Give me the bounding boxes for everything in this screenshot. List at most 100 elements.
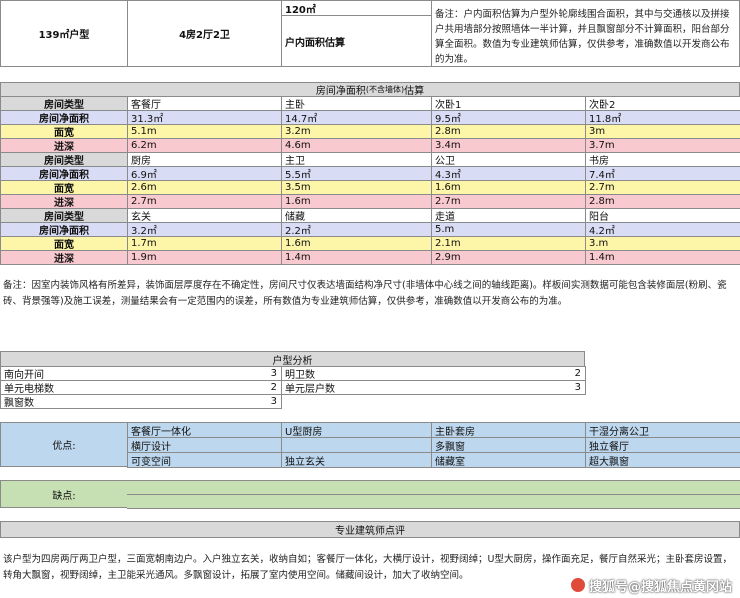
pros-item: 独立玄关 (281, 452, 432, 468)
room-cell: 2.7m (585, 180, 740, 195)
pros-item: 独立餐厅 (585, 437, 740, 453)
room-cell: 1.6m (281, 194, 432, 209)
row-label-type: 房间类型 (0, 96, 128, 111)
review-title: 专业建筑师点评 (0, 521, 740, 538)
analysis-value: 3 (127, 394, 282, 409)
analysis-label: 飘窗数 (0, 394, 128, 409)
room-cell: 2.8m (585, 194, 740, 209)
room-cell: 11.8㎡ (585, 110, 740, 125)
header-note-box: 备注：户内面积估算为户型外轮廓线围合面积，其中与交通核以及拼接户共用墙部分按照墙… (431, 0, 740, 67)
room-cell: 公卫 (431, 152, 586, 167)
row-label-area: 房间净面积 (0, 110, 128, 125)
pros-item: 超大飘窗 (585, 452, 740, 468)
room-cell: 2.2㎡ (281, 222, 432, 237)
room-cell: 3.5m (281, 180, 432, 195)
room-cell: 4.6m (281, 138, 432, 153)
rooms-title-main: 房间净面积 (315, 86, 366, 97)
analysis-title: 户型分析 (0, 351, 585, 367)
cons-item (127, 480, 282, 495)
row-label-width: 面宽 (0, 180, 128, 195)
analysis-label: 明卫数 (281, 366, 434, 381)
room-cell: 3.m (585, 236, 740, 251)
room-cell: 2.7m (431, 194, 586, 209)
room-cell: 9.5㎡ (431, 110, 586, 125)
room-cell: 1.9m (127, 250, 282, 265)
cons-item (281, 494, 432, 509)
room-cell: 2.1m (431, 236, 586, 251)
row-label-area: 房间净面积 (0, 166, 128, 181)
pros-item: 多飘窗 (431, 437, 586, 453)
pros-item: 主卧套房 (431, 422, 586, 438)
area-label: 户内面积估算 (281, 15, 432, 67)
room-cell: 3m (585, 124, 740, 139)
rooms-title-small: (不含墙体) (365, 85, 405, 94)
room-cell: 客餐厅 (127, 96, 282, 111)
area-value: 120㎡ (281, 0, 432, 16)
pros-item: 可变空间 (127, 452, 282, 468)
room-cell: 3.2㎡ (127, 222, 282, 237)
header-note: 备注：户内面积估算为户型外轮廓线围合面积，其中与交通核以及拼接户共用墙部分按照墙… (435, 9, 730, 65)
room-cell: 4.3㎡ (431, 166, 586, 181)
room-cell: 厨房 (127, 152, 282, 167)
room-cell: 1.7m (127, 236, 282, 251)
pros-label: 优点: (0, 422, 128, 467)
cons-item (585, 480, 740, 495)
room-cell: 7.4㎡ (585, 166, 740, 181)
room-cell: 阳台 (585, 208, 740, 223)
room-cell: 2.7m (127, 194, 282, 209)
room-cell: 玄关 (127, 208, 282, 223)
rooms-title: 房间净面积 (不含墙体) 估算 (0, 82, 740, 97)
room-cell: 储藏 (281, 208, 432, 223)
room-cell: 14.7㎡ (281, 110, 432, 125)
room-cell: 1.4m (585, 250, 740, 265)
cons-item (281, 480, 432, 495)
room-cell: 主卧 (281, 96, 432, 111)
cons-item (431, 480, 586, 495)
watermark: 搜狐号@搜狐焦点黄冈站 (570, 576, 732, 595)
row-label-area: 房间净面积 (0, 222, 128, 237)
cons-item (431, 494, 586, 509)
watermark-text: 搜狐号@搜狐焦点黄冈站 (589, 580, 733, 595)
room-cell: 2.6m (127, 180, 282, 195)
analysis-label: 南向开间 (0, 366, 128, 381)
row-label-type: 房间类型 (0, 208, 128, 223)
room-cell: 走道 (431, 208, 586, 223)
room-cell: 4.2㎡ (585, 222, 740, 237)
room-cell: 5.m (431, 222, 586, 237)
cons-item (127, 494, 282, 509)
room-cell: 3.4m (431, 138, 586, 153)
pros-item: 横厅设计 (127, 437, 282, 453)
pros-item (281, 437, 432, 453)
rooms-note: 备注：因室内装饰风格有所差异，装饰面层厚度存在不确定性，房间尺寸仅表达墙面结构净… (3, 280, 727, 307)
pros-item: 客餐厅一体化 (127, 422, 282, 438)
pros-item: U型厨房 (281, 422, 432, 438)
room-cell: 次卧1 (431, 96, 586, 111)
room-cell: 1.4m (281, 250, 432, 265)
analysis-label: 单元电梯数 (0, 380, 128, 395)
row-label-depth: 进深 (0, 250, 128, 265)
room-cell: 5.1m (127, 124, 282, 139)
room-cell: 6.9㎡ (127, 166, 282, 181)
cons-label: 缺点: (0, 480, 128, 508)
room-cell: 3.7m (585, 138, 740, 153)
pros-item: 干湿分离公卫 (585, 422, 740, 438)
analysis-value: 3 (127, 366, 282, 381)
pros-item: 储藏室 (431, 452, 586, 468)
room-cell: 31.3㎡ (127, 110, 282, 125)
unit-type: 139㎡户型 (0, 0, 128, 67)
row-label-type: 房间类型 (0, 152, 128, 167)
analysis-value: 3 (433, 380, 586, 395)
analysis-value: 2 (127, 380, 282, 395)
room-cell: 2.8m (431, 124, 586, 139)
room-cell: 5.5㎡ (281, 166, 432, 181)
room-cell: 3.2m (281, 124, 432, 139)
analysis-label: 单元层户数 (281, 380, 434, 395)
room-cell: 2.9m (431, 250, 586, 265)
room-cell: 6.2m (127, 138, 282, 153)
room-cell: 主卫 (281, 152, 432, 167)
room-cell: 书房 (585, 152, 740, 167)
row-label-depth: 进深 (0, 194, 128, 209)
cons-item (585, 494, 740, 509)
layout: 4房2厅2卫 (127, 0, 282, 67)
sohu-logo-icon (570, 577, 586, 593)
